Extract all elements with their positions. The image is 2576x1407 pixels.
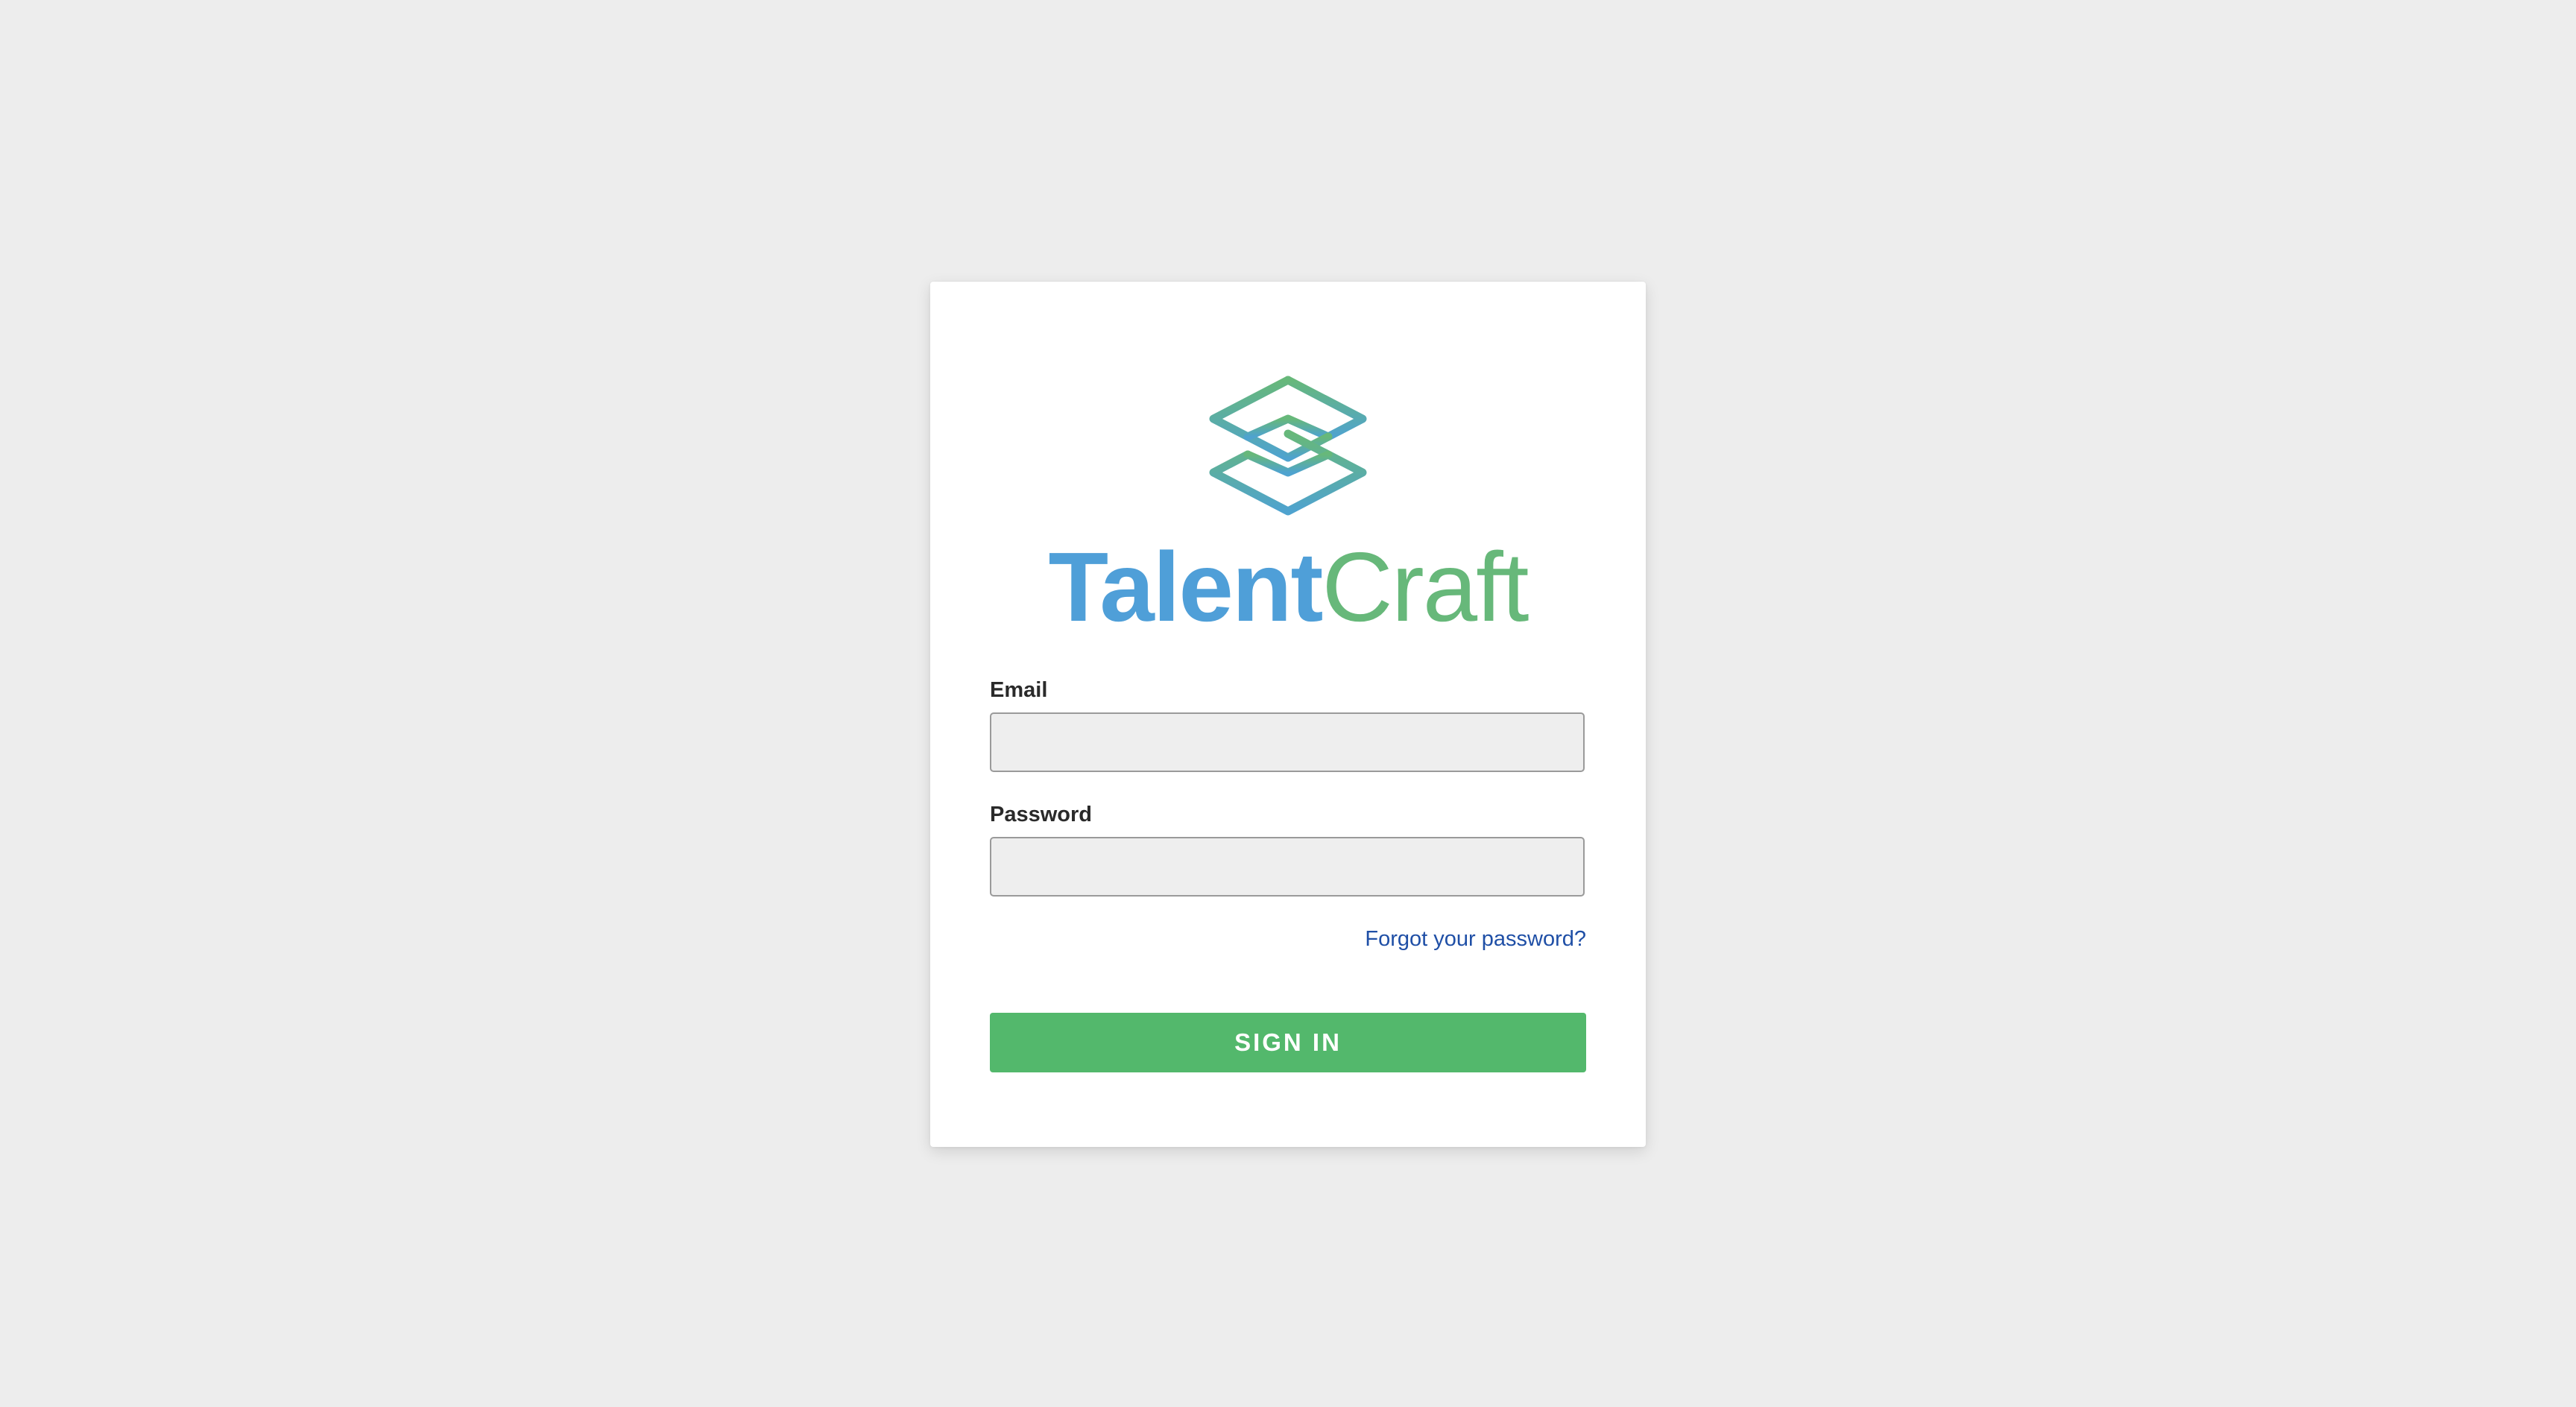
brand-wordmark: TalentCraft [930, 528, 1646, 647]
forgot-password-link[interactable]: Forgot your password? [1365, 927, 1586, 952]
sign-in-button[interactable]: SIGN IN [990, 1013, 1586, 1072]
login-card: TalentCraft Email Password Forgot your p… [930, 282, 1646, 1147]
password-label: Password [990, 803, 1092, 826]
email-field[interactable] [990, 712, 1585, 772]
email-label: Email [990, 678, 1048, 702]
talentcraft-logo-icon [1209, 376, 1367, 516]
brand-name-part1: Talent [1048, 532, 1324, 642]
password-field[interactable] [990, 837, 1585, 897]
brand-name-part2: Craft [1322, 532, 1529, 642]
